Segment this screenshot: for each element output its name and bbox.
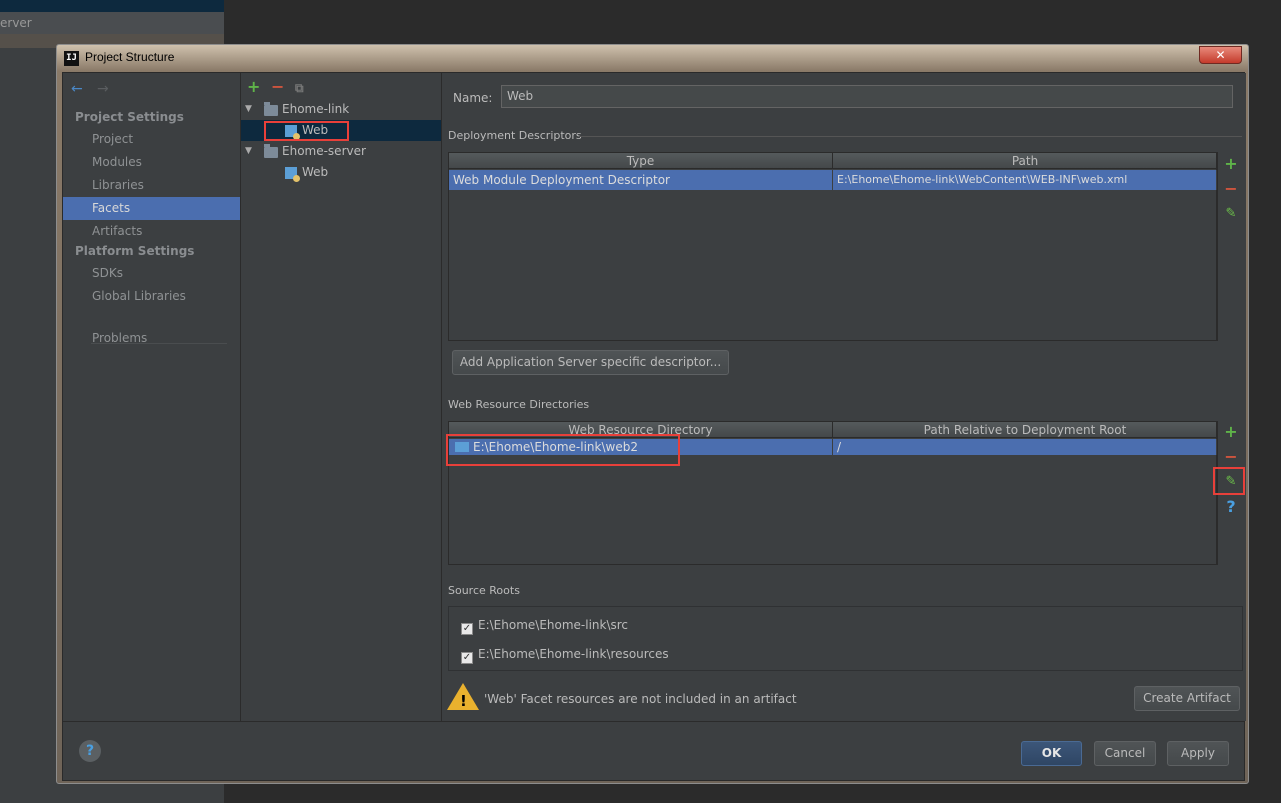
remove-web-resource-icon[interactable]: −: [1223, 449, 1239, 465]
deployment-toolbar: + − ✎: [1217, 152, 1243, 341]
tree-node-label: Ehome-server: [282, 144, 366, 158]
help-question-icon[interactable]: ?: [1223, 499, 1239, 515]
apply-button[interactable]: Apply: [1167, 741, 1229, 766]
checkbox[interactable]: ✓: [461, 623, 473, 635]
nav-item-problems[interactable]: Problems: [63, 327, 240, 350]
highlight-box: [446, 434, 680, 466]
tree-toolbar: + − ⧉: [247, 77, 319, 97]
table-row[interactable]: Web Module Deployment Descriptor E:\Ehom…: [449, 170, 1217, 190]
nav-item-artifacts[interactable]: Artifacts: [63, 220, 240, 243]
highlight-box: [264, 121, 349, 141]
cancel-button[interactable]: Cancel: [1094, 741, 1156, 766]
background-ide-header: [0, 0, 224, 12]
nav-item-global-libraries[interactable]: Global Libraries: [63, 285, 240, 308]
warning-text: 'Web' Facet resources are not included i…: [484, 692, 797, 706]
column-header-type[interactable]: Type: [449, 153, 833, 169]
highlight-box: [1213, 467, 1245, 495]
module-folder-icon: [264, 144, 278, 158]
source-roots-title: Source Roots: [448, 584, 520, 597]
tree-node-ehome-link[interactable]: ▼ Ehome-link: [241, 99, 441, 120]
descriptor-type-cell: Web Module Deployment Descriptor: [449, 170, 833, 190]
nav-arrows: ← →: [71, 81, 123, 99]
dialog-footer: ? OK Cancel Apply: [63, 721, 1244, 780]
name-field[interactable]: Web: [501, 85, 1233, 108]
nav-item-sdks[interactable]: SDKs: [63, 262, 240, 285]
title-bar[interactable]: IJ Project Structure ✕: [57, 45, 1248, 71]
project-structure-dialog: IJ Project Structure ✕ ← → Project Settin…: [56, 44, 1249, 784]
dialog-title: Project Structure: [85, 50, 175, 64]
settings-nav: ← → Project Settings Project Modules Libr…: [63, 73, 241, 721]
column-header-path[interactable]: Path: [833, 153, 1217, 169]
add-descriptor-icon[interactable]: +: [1223, 156, 1239, 172]
help-icon[interactable]: ?: [79, 740, 101, 762]
project-settings-header: Project Settings: [75, 110, 184, 124]
dialog-content: ← → Project Settings Project Modules Libr…: [62, 72, 1246, 781]
tree-node-label: Ehome-link: [282, 102, 350, 116]
remove-descriptor-icon[interactable]: −: [1223, 181, 1239, 197]
background-tab: erver: [0, 12, 224, 34]
tree-node-label: Web: [302, 165, 329, 179]
source-roots-list: ✓ E:\Ehome\Ehome-link\src ✓ E:\Ehome\Ehome…: [448, 606, 1243, 671]
name-label: Name:: [453, 91, 493, 105]
copy-icon[interactable]: ⧉: [295, 78, 313, 98]
source-root-item[interactable]: ✓ E:\Ehome\Ehome-link\src: [461, 616, 629, 635]
add-web-resource-icon[interactable]: +: [1223, 424, 1239, 440]
column-header-relative-path[interactable]: Path Relative to Deployment Root: [833, 422, 1217, 438]
source-root-path: E:\Ehome\Ehome-link\src: [478, 618, 629, 632]
add-server-descriptor-button[interactable]: Add Application Server specific descript…: [452, 350, 729, 375]
web-resource-table: Web Resource Directory Path Relative to …: [446, 421, 1217, 565]
table-header: Type Path: [449, 153, 1216, 169]
nav-item-facets[interactable]: Facets: [63, 197, 240, 220]
facet-tree: + − ⧉ ▼ Ehome-link Web ▼ Ehome-server Web: [241, 73, 442, 721]
descriptor-path-cell: E:\Ehome\Ehome-link\WebContent\WEB-INF\w…: [833, 170, 1217, 190]
tree-node-web-server[interactable]: Web: [241, 162, 441, 183]
ok-button[interactable]: OK: [1021, 741, 1082, 766]
nav-item-modules[interactable]: Modules: [63, 151, 240, 174]
nav-item-libraries[interactable]: Libraries: [63, 174, 240, 197]
deployment-descriptors-title: Deployment Descriptors: [448, 129, 582, 142]
tree-node-web-link[interactable]: Web: [241, 120, 441, 141]
intellij-icon: IJ: [64, 51, 79, 66]
tree-node-ehome-server[interactable]: ▼ Ehome-server: [241, 141, 441, 162]
edit-pencil-icon[interactable]: ✎: [1223, 206, 1239, 222]
relative-path-cell: /: [833, 439, 1217, 455]
nav-item-project[interactable]: Project: [63, 128, 240, 151]
source-root-path: E:\Ehome\Ehome-link\resources: [478, 647, 669, 661]
facet-settings-panel: Name: Web Deployment Descriptors Type Pa…: [443, 73, 1246, 721]
deployment-descriptors-table: Type Path Web Module Deployment Descript…: [448, 152, 1217, 341]
warning-exclamation: !: [460, 692, 467, 710]
web-facet-icon: [285, 167, 300, 182]
close-button[interactable]: ✕: [1199, 46, 1242, 64]
add-icon[interactable]: +: [247, 77, 265, 97]
source-root-item[interactable]: ✓ E:\Ehome\Ehome-link\resources: [461, 645, 669, 664]
web-resource-toolbar: + − ✎ ?: [1213, 421, 1245, 565]
forward-arrow-icon[interactable]: →: [97, 81, 113, 97]
remove-icon[interactable]: −: [271, 77, 289, 97]
expand-triangle-icon[interactable]: ▼: [245, 99, 252, 120]
expand-triangle-icon[interactable]: ▼: [245, 141, 252, 162]
platform-settings-header: Platform Settings: [75, 244, 195, 258]
module-folder-icon: [264, 102, 278, 116]
checkbox[interactable]: ✓: [461, 652, 473, 664]
group-divider: [579, 136, 1242, 137]
create-artifact-button[interactable]: Create Artifact: [1134, 686, 1240, 711]
web-resource-directories-title: Web Resource Directories: [448, 398, 590, 411]
back-arrow-icon[interactable]: ←: [71, 81, 87, 97]
